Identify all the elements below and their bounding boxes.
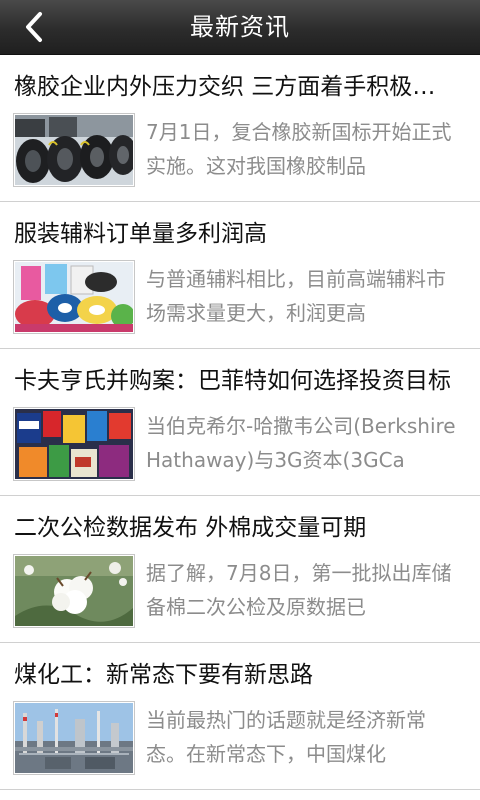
news-thumbnail	[13, 554, 135, 628]
news-title: 煤化工：新常态下要有新思路	[14, 662, 313, 688]
news-thumbnail	[13, 701, 135, 775]
tires-image	[15, 115, 133, 185]
news-summary: 当前最热门的话题就是经济新常态。在新常态下，中国煤化	[146, 708, 426, 766]
news-item[interactable]: 二次公检数据发布 外棉成交量可期 据了解，7月8日，第一批拟出库储备棉二次公检及…	[0, 496, 480, 643]
top-bar: 最新资讯	[0, 0, 480, 55]
news-item[interactable]: 服装辅料订单量多利润高 与普通辅料相比，目前高端辅料市场需求量更大，利润更高	[0, 202, 480, 349]
news-thumbnail	[13, 113, 135, 187]
news-title: 卡夫亨氏并购案：巴菲特如何选择投资目标	[14, 368, 451, 394]
news-summary: 当伯克希尔-哈撒韦公司(BerkshireHathaway)与3G资本(3GCa	[146, 414, 456, 472]
news-title: 服装辅料订单量多利润高	[14, 221, 267, 247]
page-title: 最新资讯	[190, 13, 290, 41]
news-list: 橡胶企业内外压力交织 三方面着手积极应对 7月1日，复合橡胶新国标开始正式实施。…	[0, 55, 480, 790]
news-item[interactable]: 煤化工：新常态下要有新思路 当前最热门的话题就是经济新常态。在新常态下，中国煤化	[0, 643, 480, 790]
news-title: 橡胶企业内外压力交织 三方面着手积极应对	[14, 74, 458, 100]
cotton-boll-image	[15, 556, 133, 626]
chemical-plant-image	[15, 703, 133, 773]
news-thumbnail	[13, 260, 135, 334]
news-title: 二次公检数据发布 外棉成交量可期	[14, 515, 367, 541]
news-summary: 与普通辅料相比，目前高端辅料市场需求量更大，利润更高	[146, 267, 446, 325]
news-item[interactable]: 卡夫亨氏并购案：巴菲特如何选择投资目标 当伯克希尔-哈撒韦公司(Berkshir…	[0, 349, 480, 496]
news-summary: 据了解，7月8日，第一批拟出库储备棉二次公检及原数据已	[146, 561, 452, 619]
news-item[interactable]: 橡胶企业内外压力交织 三方面着手积极应对 7月1日，复合橡胶新国标开始正式实施。…	[0, 55, 480, 202]
ribbon-rolls-image	[15, 262, 133, 332]
food-products-image	[15, 409, 133, 479]
news-thumbnail	[13, 407, 135, 481]
news-summary: 7月1日，复合橡胶新国标开始正式实施。这对我国橡胶制品	[146, 120, 452, 178]
